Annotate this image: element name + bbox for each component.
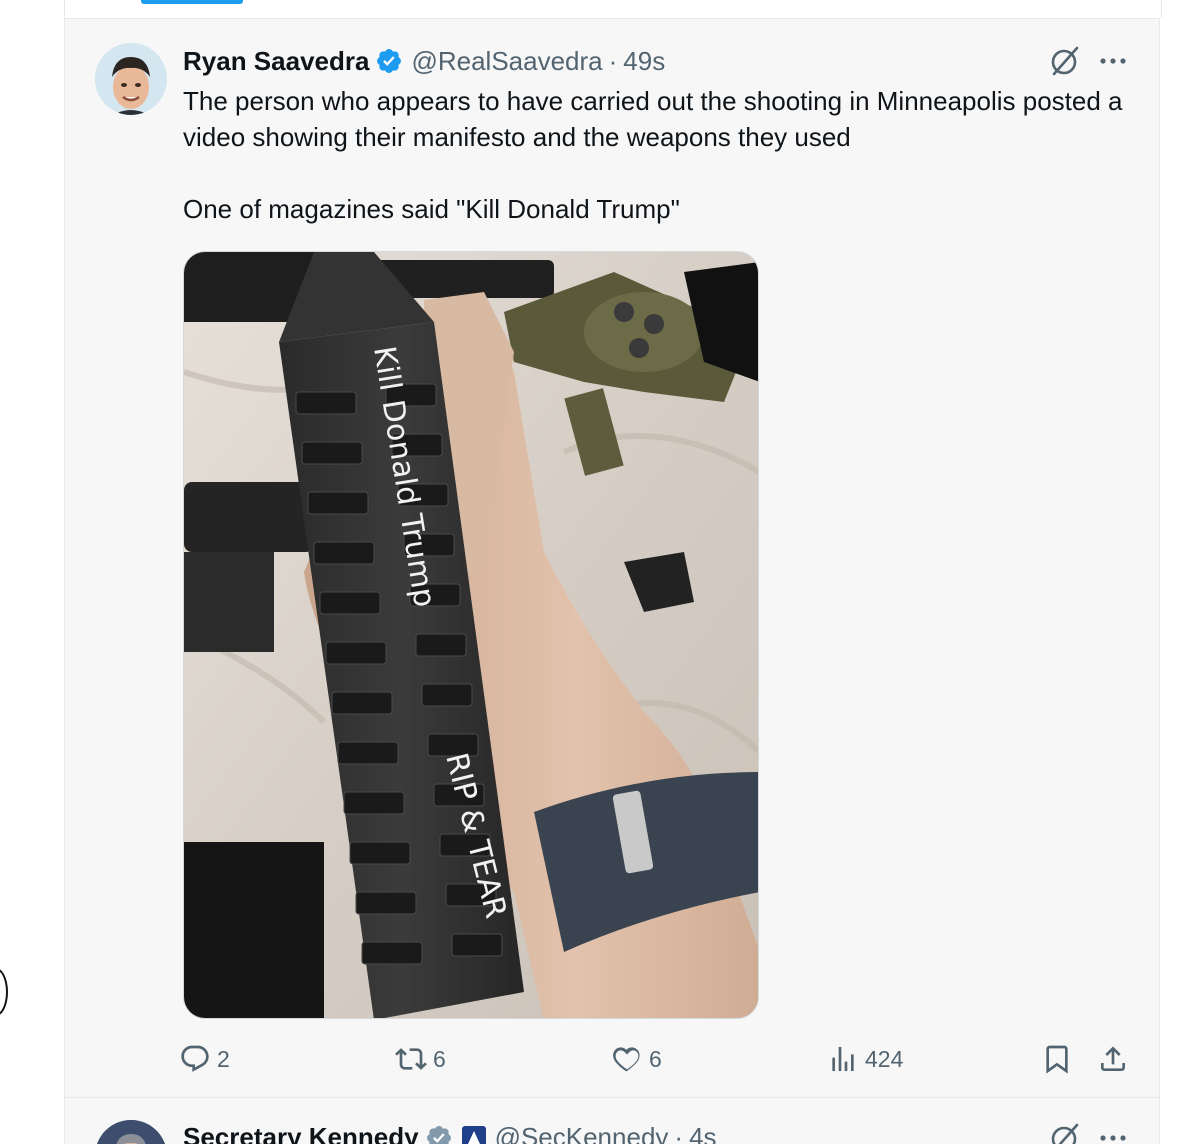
reply-icon [181, 1045, 209, 1072]
next-post-card[interactable]: Secretary Kennedy @SecKennedy · 4s [64, 1098, 1160, 1144]
next-post-timestamp[interactable]: 4s [689, 1122, 716, 1144]
next-post-author-handle[interactable]: @SecKennedy [495, 1122, 669, 1144]
verified-badge-icon [377, 49, 402, 73]
share-icon[interactable] [1097, 1043, 1129, 1075]
like-button[interactable]: 6 [611, 1043, 662, 1075]
bookmark-icon[interactable] [1041, 1043, 1073, 1075]
repost-icon [395, 1048, 427, 1070]
grok-icon[interactable] [1047, 43, 1083, 79]
next-post-more-icon[interactable] [1095, 1128, 1131, 1144]
avatar[interactable] [95, 43, 167, 115]
post-actions-bar: 2 6 6 424 [65, 1035, 1161, 1083]
separator-dot: · [608, 45, 618, 76]
post-photo[interactable]: Kill Donald Trump RIP & TEAR [183, 251, 759, 1019]
repost-button[interactable]: 6 [395, 1043, 446, 1075]
views-count: 424 [865, 1045, 904, 1072]
views-icon [832, 1047, 854, 1071]
like-icon [613, 1047, 640, 1072]
more-icon[interactable] [1095, 51, 1131, 71]
government-affiliation-icon [461, 1125, 486, 1144]
next-post-grok-icon[interactable] [1047, 1120, 1083, 1144]
repost-count: 6 [433, 1045, 446, 1072]
views-button[interactable]: 424 [827, 1043, 903, 1075]
next-post-header: Secretary Kennedy @SecKennedy · 4s [183, 1122, 717, 1144]
post-card[interactable]: Ryan Saavedra @RealSaavedra · 49s The pe… [64, 18, 1160, 1098]
active-tab-indicator [141, 0, 243, 4]
next-post-author-display-name[interactable]: Secretary Kennedy [183, 1122, 419, 1144]
reply-button[interactable]: 2 [179, 1043, 230, 1075]
post-text-paragraph-1: The person who appears to have carried o… [183, 86, 1123, 152]
author-handle[interactable]: @RealSaavedra [411, 46, 602, 77]
post-text-paragraph-2: One of magazines said "Kill Donald Trump… [183, 194, 680, 224]
left-edge-icon [0, 968, 8, 1016]
next-post-verified-badge-icon [426, 1125, 451, 1144]
post-text: The person who appears to have carried o… [183, 83, 1143, 227]
reply-count: 2 [217, 1045, 230, 1072]
next-post-separator-dot: · [674, 1122, 684, 1144]
timeline-page: Ryan Saavedra @RealSaavedra · 49s The pe… [0, 0, 1200, 1144]
post-header: Ryan Saavedra @RealSaavedra · 49s [183, 45, 665, 77]
like-count: 6 [649, 1045, 662, 1072]
author-display-name[interactable]: Ryan Saavedra [183, 46, 369, 77]
next-post-avatar[interactable] [95, 1120, 167, 1144]
post-timestamp[interactable]: 49s [623, 46, 665, 77]
